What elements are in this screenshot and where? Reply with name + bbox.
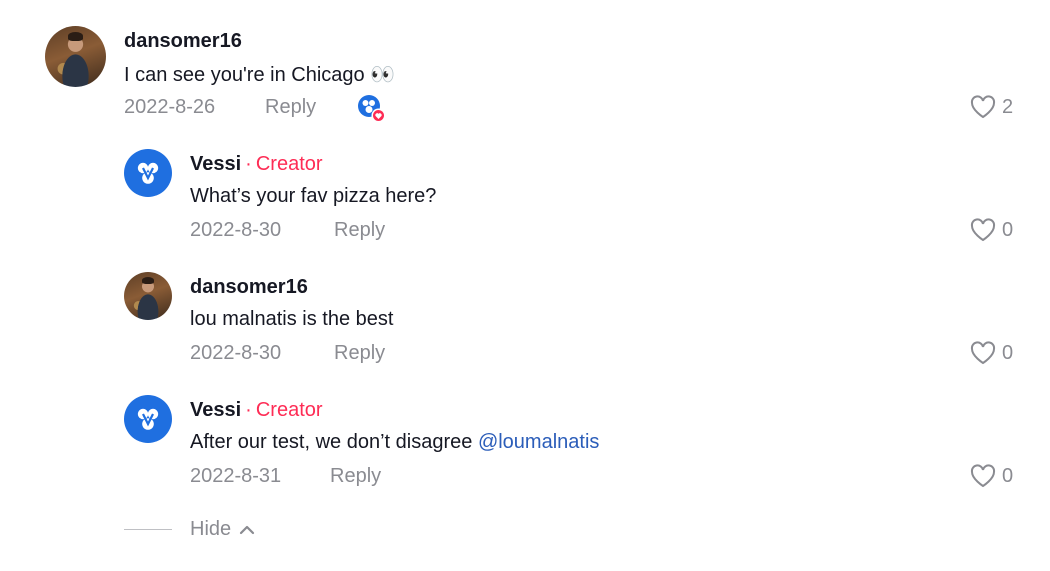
avatar-vessi[interactable] [124, 149, 172, 197]
reply-button[interactable]: Reply [334, 219, 385, 242]
comment-text: What’s your fav pizza here? [190, 185, 437, 207]
avatar-dansomer16[interactable] [124, 272, 172, 320]
like-count: 0 [1002, 341, 1014, 364]
username-text[interactable]: Vessi [190, 399, 241, 421]
comment-username[interactable]: dansomer16 [124, 30, 242, 53]
like-button[interactable]: 0 [970, 341, 1013, 365]
reply-button[interactable]: Reply [265, 96, 316, 119]
hide-replies-row: Hide [124, 518, 255, 541]
username-text[interactable]: Vessi [190, 153, 241, 175]
like-count: 0 [1002, 464, 1014, 487]
reply-button[interactable]: Reply [330, 465, 381, 488]
heart-outline-icon [970, 341, 996, 365]
comment-text: I can see you're in Chicago 👀 [124, 64, 396, 86]
like-count: 0 [1002, 218, 1014, 241]
heart-outline-icon [970, 218, 996, 242]
comment-username[interactable]: Vessi · Creator [190, 153, 323, 176]
comment-text: lou malnatis is the best [190, 308, 394, 330]
comment-text: After our test, we don’t disagree @louma… [190, 431, 599, 454]
mention-link[interactable]: @loumalnatis [478, 431, 599, 453]
like-button[interactable]: 0 [970, 218, 1013, 242]
reply-button[interactable]: Reply [334, 342, 385, 365]
comment-date: 2022-8-26 [124, 96, 216, 118]
comment-date: 2022-8-30 [190, 219, 282, 241]
comment-date: 2022-8-31 [190, 465, 282, 487]
heart-outline-icon [970, 95, 996, 119]
like-button[interactable]: 2 [970, 95, 1013, 119]
creator-badge: Creator [255, 153, 323, 175]
creator-badge: Creator [255, 399, 323, 421]
comment-text-body: After our test, we don’t disagree [190, 431, 478, 453]
comment-username[interactable]: dansomer16 [190, 276, 308, 299]
hide-replies-button[interactable]: Hide [190, 518, 255, 541]
separator-dot: · [245, 153, 252, 175]
avatar-vessi[interactable] [124, 395, 172, 443]
comment-date: 2022-8-30 [190, 342, 282, 364]
like-count: 2 [1002, 95, 1014, 118]
vessi-logo-icon [137, 408, 159, 430]
hide-label: Hide [190, 518, 232, 540]
separator-dot: · [245, 399, 252, 421]
divider-line [124, 529, 172, 530]
chevron-up-icon [240, 525, 255, 534]
avatar-dansomer16[interactable] [45, 26, 106, 87]
creator-liked-badge-icon [357, 94, 386, 123]
comment-username[interactable]: Vessi · Creator [190, 399, 323, 422]
like-button[interactable]: 0 [970, 464, 1013, 488]
vessi-logo-icon [137, 162, 159, 184]
heart-outline-icon [970, 464, 996, 488]
